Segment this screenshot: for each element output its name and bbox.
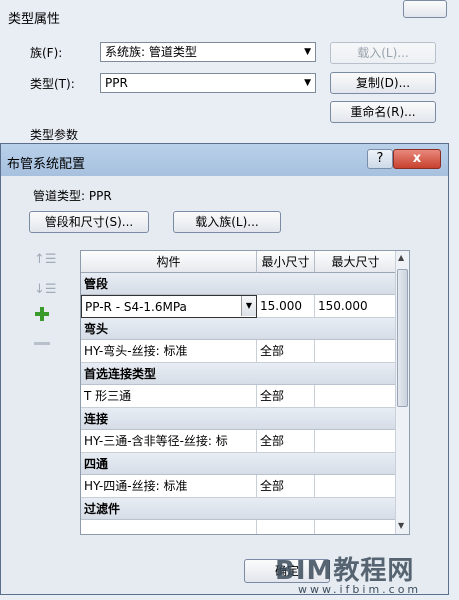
group-row[interactable]: 弯头 <box>81 318 397 340</box>
family-select[interactable]: 系统族: 管道类型 ▼ <box>100 42 316 62</box>
group-row[interactable]: 过滤件 <box>81 498 397 520</box>
column-header-min-size[interactable]: 最小尺寸 <box>257 251 315 273</box>
part-cell[interactable] <box>81 520 257 534</box>
routing-grid: 构件 最小尺寸 最大尺寸 管段 PP-R - S4-1.6MPa ▼ 15.00… <box>80 250 410 535</box>
remove-row-icon[interactable] <box>34 342 50 345</box>
pipe-type-label: 管道类型: PPR <box>33 189 112 203</box>
close-button[interactable]: x <box>393 149 441 169</box>
chevron-down-icon[interactable]: ▼ <box>241 296 256 316</box>
segment-value: PP-R - S4-1.6MPa <box>85 300 187 314</box>
dialog-title: 布管系统配置 <box>7 157 86 172</box>
part-cell[interactable]: T 形三通 <box>81 385 257 408</box>
type-label: 类型(T): <box>30 77 75 91</box>
scroll-down-icon[interactable]: ▼ <box>398 521 404 530</box>
max-size-cell[interactable] <box>315 520 397 534</box>
group-row[interactable]: 首选连接类型 <box>81 363 397 385</box>
move-up-icon[interactable]: ↑☰ <box>34 252 57 267</box>
min-size-cell[interactable]: 全部 <box>257 430 315 453</box>
type-value: PPR <box>105 76 128 90</box>
group-row[interactable]: 连接 <box>81 408 397 430</box>
part-cell[interactable]: HY-四通-丝接: 标准 <box>81 475 257 498</box>
scrollbar-thumb[interactable] <box>397 269 408 407</box>
load-family-button[interactable]: 载入族(L)... <box>173 211 281 233</box>
help-button[interactable]: ? <box>367 149 393 169</box>
min-size-cell[interactable]: 全部 <box>257 385 315 408</box>
chevron-down-icon: ▼ <box>304 47 311 57</box>
part-cell[interactable]: HY-三通-含非等径-丝接: 标 <box>81 430 257 453</box>
max-size-cell[interactable]: 150.000 <box>315 295 397 318</box>
type-parameters-label: 类型参数 <box>30 128 79 142</box>
family-label: 族(F): <box>30 46 63 60</box>
min-size-cell[interactable] <box>257 520 315 534</box>
max-size-cell[interactable] <box>315 475 397 498</box>
segments-and-sizes-button[interactable]: 管段和尺寸(S)... <box>29 211 149 233</box>
min-size-cell[interactable]: 15.000 <box>257 295 315 318</box>
vertical-scrollbar[interactable]: ▲ ▼ <box>395 251 409 534</box>
title-bar: 布管系统配置 ? x <box>1 144 448 176</box>
group-row[interactable]: 四通 <box>81 453 397 475</box>
min-size-cell[interactable]: 全部 <box>257 475 315 498</box>
close-button[interactable] <box>403 0 447 18</box>
add-row-icon[interactable] <box>34 306 50 322</box>
segment-dropdown[interactable]: PP-R - S4-1.6MPa ▼ <box>81 295 257 318</box>
duplicate-button[interactable]: 复制(D)... <box>330 72 436 94</box>
watermark-url: www.ifbim.com <box>298 583 422 596</box>
column-header-part[interactable]: 构件 <box>81 251 257 273</box>
watermark-logo: BIM教程网 <box>275 556 415 586</box>
column-header-max-size[interactable]: 最大尺寸 <box>315 251 397 273</box>
part-cell[interactable]: HY-弯头-丝接: 标准 <box>81 340 257 363</box>
chevron-down-icon: ▼ <box>304 78 311 88</box>
group-row[interactable]: 管段 <box>81 273 397 295</box>
load-button[interactable]: 载入(L)... <box>330 42 436 64</box>
dialog-title: 类型属性 <box>8 12 61 27</box>
rename-button[interactable]: 重命名(R)... <box>330 101 436 123</box>
max-size-cell[interactable] <box>315 430 397 453</box>
family-value: 系统族: 管道类型 <box>105 45 197 59</box>
max-size-cell[interactable] <box>315 385 397 408</box>
scroll-up-icon[interactable]: ▲ <box>398 253 404 262</box>
max-size-cell[interactable] <box>315 340 397 363</box>
type-select[interactable]: PPR ▼ <box>100 73 316 93</box>
min-size-cell[interactable]: 全部 <box>257 340 315 363</box>
move-down-icon[interactable]: ↓☰ <box>34 282 57 297</box>
